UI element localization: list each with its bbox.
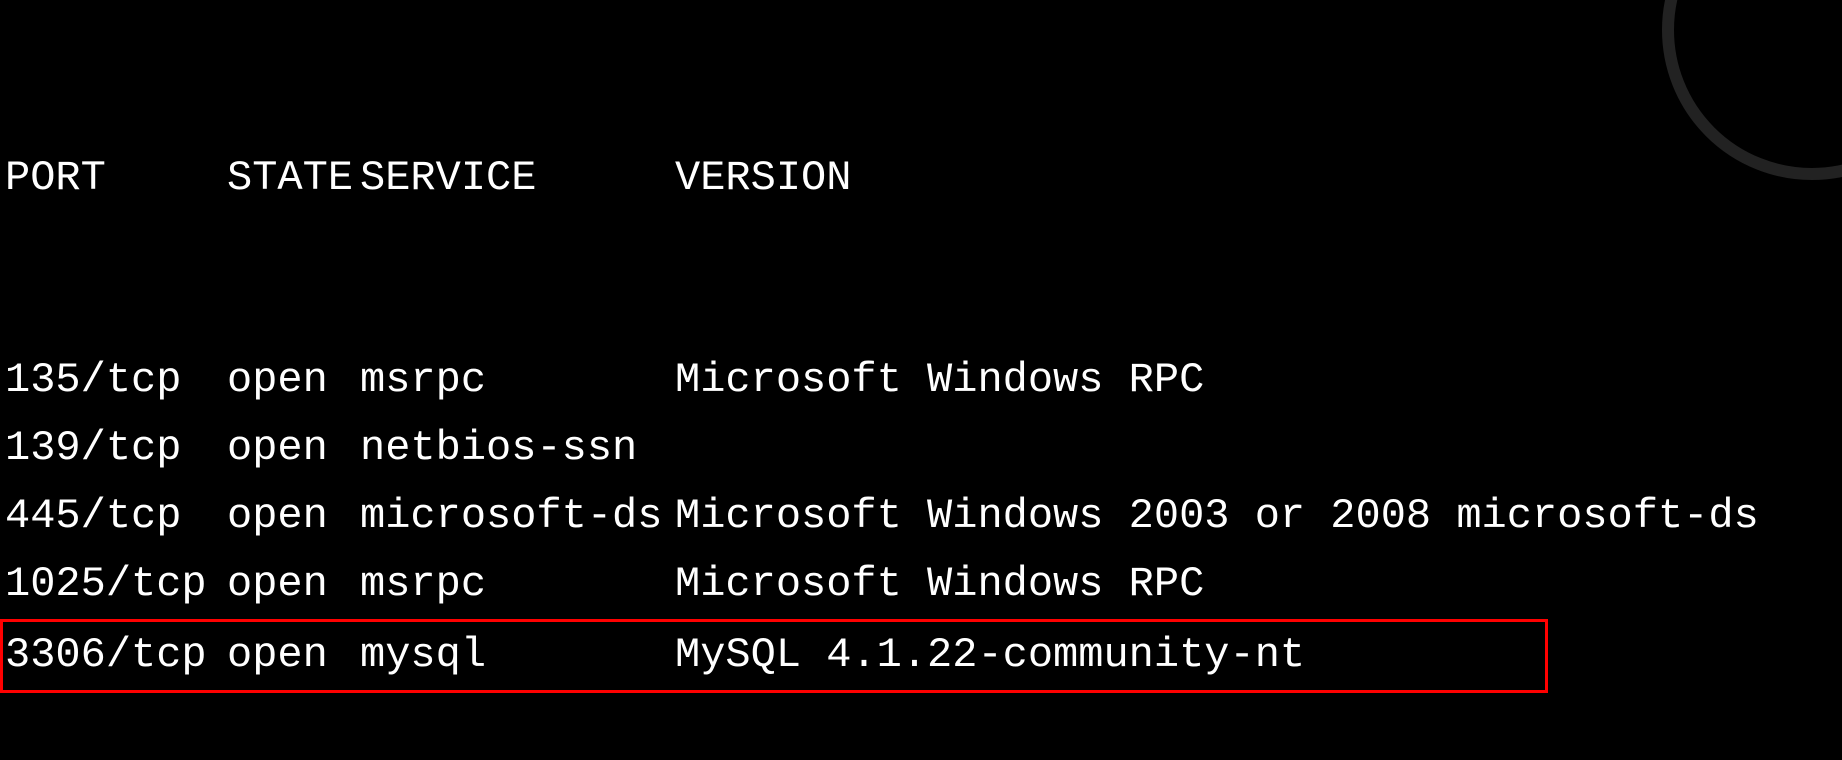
port-row: 139/tcpopennetbios-ssn: [5, 415, 1837, 483]
service-value: mysql: [360, 622, 675, 689]
header-port: PORT: [5, 145, 227, 212]
header-version: VERSION: [675, 145, 1837, 212]
header-row: PORT STATE SERVICE VERSION: [5, 144, 1837, 212]
state-value: open: [227, 622, 360, 689]
port-value: 3306/tcp: [5, 622, 227, 689]
header-state: STATE: [227, 145, 360, 212]
version-value: Microsoft Windows 2003 or 2008 microsoft…: [675, 483, 1837, 550]
port-value: 135/tcp: [5, 347, 227, 414]
port-row: 135/tcpopenmsrpcMicrosoft Windows RPC: [5, 347, 1837, 415]
state-value: open: [227, 347, 360, 414]
state-value: open: [227, 483, 360, 550]
state-value: open: [227, 551, 360, 618]
port-row: 1025/tcpopenmsrpcMicrosoft Windows RPC: [5, 551, 1837, 619]
port-value: 1025/tcp: [5, 551, 227, 618]
version-value: Microsoft Windows RPC: [675, 347, 1837, 414]
version-value: MySQL 4.1.22-community-nt: [675, 622, 1545, 689]
header-service: SERVICE: [360, 145, 675, 212]
port-value: 139/tcp: [5, 415, 227, 482]
service-value: msrpc: [360, 551, 675, 618]
port-value: 445/tcp: [5, 483, 227, 550]
service-value: microsoft-ds: [360, 483, 675, 550]
port-row: 3306/tcpopenmysqlMySQL 4.1.22-community-…: [0, 619, 1548, 693]
state-value: open: [227, 415, 360, 482]
port-row: 445/tcpopenmicrosoft-dsMicrosoft Windows…: [5, 483, 1837, 551]
terminal-output: PORT STATE SERVICE VERSION 135/tcpopenms…: [5, 10, 1837, 760]
service-value: msrpc: [360, 347, 675, 414]
version-value: Microsoft Windows RPC: [675, 551, 1837, 618]
service-value: netbios-ssn: [360, 415, 675, 482]
